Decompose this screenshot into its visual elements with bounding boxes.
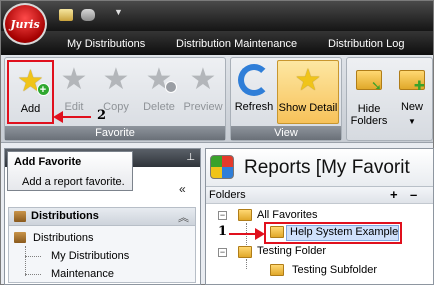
view-group: Refresh ★ Show Detail View	[230, 57, 342, 141]
pin-icon[interactable]: ⊥	[186, 152, 195, 163]
reports-panel: Reports [My Favorit Folders + – − All Fa…	[205, 148, 434, 285]
folders-label: Folders	[209, 189, 246, 201]
annotation-highlight-1	[264, 222, 402, 244]
app-logo[interactable]: Juris	[3, 3, 47, 45]
hide-folders-button[interactable]: ➘ Hide Folders	[349, 60, 389, 138]
ribbon-tabs: My Distributions Distribution Maintenanc…	[1, 31, 433, 55]
collapse-all-favorites-icon[interactable]: −	[218, 211, 227, 220]
add-favorite-tooltip: Add Favorite Add a report favorite.	[7, 151, 133, 191]
favorite-group: ★ + Add ★ Edit ★ Copy ★ Delete ★ Preview	[4, 57, 226, 141]
distributions-section-title: Distributions	[31, 210, 99, 222]
refresh-button-label: Refresh	[234, 101, 274, 113]
star-edit-icon: ★	[60, 63, 88, 96]
reports-icon	[210, 155, 234, 179]
annotation-arrowhead-1	[255, 228, 265, 240]
reports-title: Reports [My Favorit	[244, 157, 410, 178]
delete-favorite-button[interactable]: ★ Delete	[140, 60, 178, 124]
hide-folders-button-label: Hide Folders	[350, 103, 388, 127]
star-preview-icon: ★	[189, 63, 217, 96]
reports-header: Reports [My Favorit	[206, 149, 433, 187]
tab-my-distributions[interactable]: My Distributions	[67, 38, 145, 50]
new-button-label: New	[400, 101, 423, 113]
tree-item-testing-folder[interactable]: Testing Folder	[257, 245, 326, 257]
logo-text: Juris	[10, 18, 40, 31]
distributions-section-header[interactable]: Distributions ︽	[9, 208, 195, 226]
star-delete-icon: ★	[143, 64, 177, 96]
add-favorite-button[interactable]: ★ + Add	[7, 60, 54, 124]
show-detail-button-label: Show Detail	[278, 102, 338, 114]
tree-item-testing-subfolder[interactable]: Testing Subfolder	[292, 264, 377, 276]
refresh-icon	[238, 64, 270, 96]
folders-group: ➘ Hide Folders ✚ New ▼	[346, 57, 433, 141]
quick-access-folder-icon[interactable]	[59, 9, 73, 21]
title-bar: ▼	[1, 1, 433, 31]
preview-favorite-button[interactable]: ★ Preview	[182, 60, 224, 124]
view-group-label: View	[231, 126, 341, 140]
collapse-testing-folder-icon[interactable]: −	[218, 248, 227, 257]
tree-item-maintenance[interactable]: Maintenance	[51, 268, 114, 280]
distributions-tree-icon	[14, 232, 26, 243]
ribbon: ★ + Add ★ Edit ★ Copy ★ Delete ★ Preview	[1, 55, 433, 143]
quick-access-dropdown-icon[interactable]: ▼	[114, 7, 123, 17]
favorites-folder-icon	[238, 209, 252, 221]
new-dropdown-icon[interactable]: ▼	[393, 116, 431, 128]
favorite-group-label: Favorite	[5, 126, 225, 140]
tree-item-all-favorites[interactable]: All Favorites	[257, 209, 318, 221]
remove-folder-icon[interactable]: –	[410, 187, 417, 202]
tree-item-distributions[interactable]: Distributions	[33, 232, 94, 244]
testing-folder-icon	[238, 246, 252, 258]
annotation-arrow-1	[229, 233, 255, 235]
tooltip-text: Add a report favorite.	[22, 176, 125, 188]
chevron-up-icon[interactable]: ︽	[178, 209, 189, 225]
quick-access-database-icon[interactable]	[81, 9, 95, 21]
add-folder-icon[interactable]: +	[390, 187, 398, 202]
add-button-label: Add	[20, 103, 41, 115]
annotation-step-1: 1	[218, 224, 228, 239]
new-folder-icon: ✚	[396, 64, 428, 96]
annotation-step-2: 2	[97, 108, 107, 123]
tooltip-title: Add Favorite	[14, 156, 82, 168]
app-window: ▼ Juris My Distributions Distribution Ma…	[0, 0, 434, 285]
tree-item-my-distributions[interactable]: My Distributions	[51, 250, 129, 262]
hide-folders-icon: ➘	[353, 64, 385, 96]
new-folder-button[interactable]: ✚ New ▼	[393, 60, 431, 138]
show-detail-icon: ★	[294, 64, 322, 97]
refresh-button[interactable]: Refresh	[233, 60, 275, 124]
distributions-section: Distributions ︽ Distributions My Distrib…	[8, 207, 196, 283]
star-add-icon: ★ +	[15, 66, 50, 98]
star-copy-icon: ★	[102, 63, 130, 96]
folders-toolbar: Folders + –	[206, 187, 433, 204]
show-detail-button[interactable]: ★ Show Detail	[277, 60, 339, 124]
delete-button-label: Delete	[143, 101, 175, 113]
distributions-icon	[14, 211, 26, 222]
tab-distribution-maintenance[interactable]: Distribution Maintenance	[176, 38, 297, 50]
tab-distribution-log[interactable]: Distribution Log	[328, 38, 404, 50]
preview-button-label: Preview	[183, 101, 223, 113]
testing-subfolder-icon	[270, 264, 284, 276]
annotation-arrow-2	[61, 116, 91, 118]
